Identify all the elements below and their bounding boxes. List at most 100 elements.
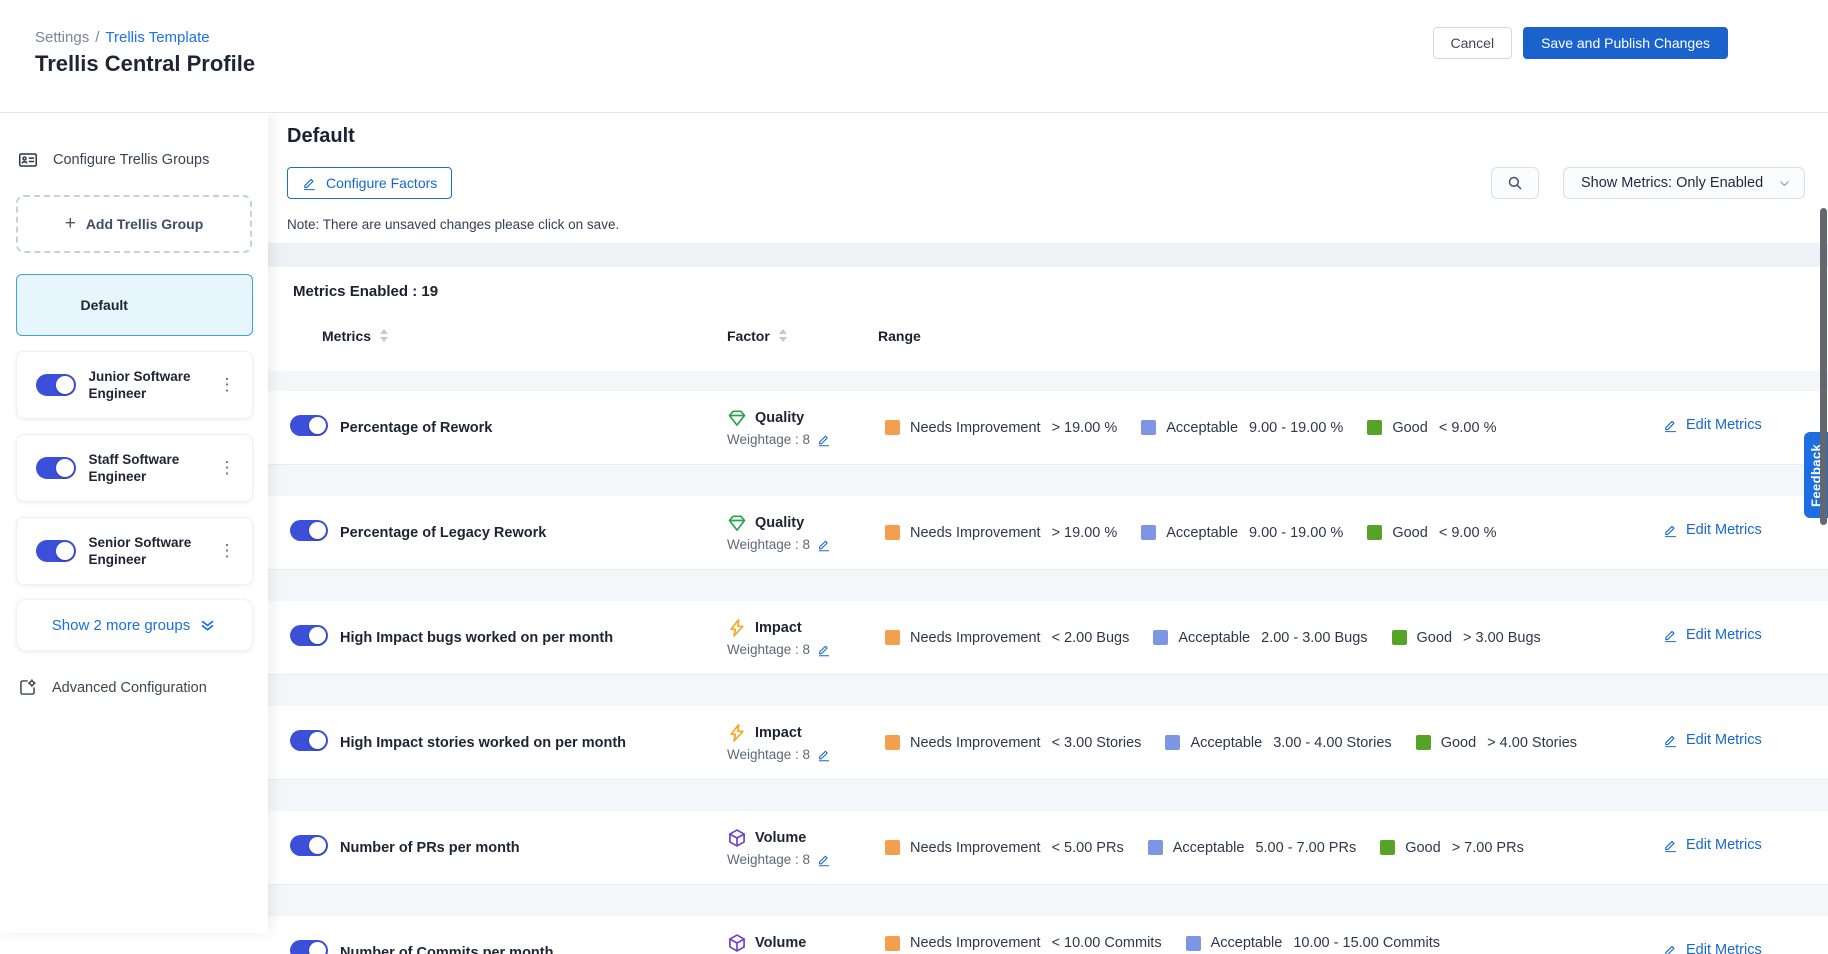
metric-toggle-cell	[290, 625, 340, 651]
page-title: Trellis Central Profile	[35, 51, 255, 77]
vertical-scrollbar-thumb[interactable]	[1820, 208, 1827, 525]
weightage-label: Weightage : 8	[727, 432, 810, 447]
needs_improvement-swatch	[885, 420, 900, 435]
pencil-icon	[1663, 733, 1678, 748]
table-header-row: Metrics Factor Range	[268, 300, 1828, 371]
factor-cell: Quality Weightage : 8	[727, 408, 885, 447]
sidebar-group-card[interactable]: Staff Software Engineer ⋮	[16, 434, 253, 502]
range-needs_improvement: Needs Improvement< 3.00 Stories	[885, 735, 1141, 751]
factor-name: Volume	[755, 830, 806, 846]
metric-toggle-cell	[290, 940, 340, 954]
edit-cell: Edit Metrics	[1640, 942, 1828, 954]
range-good: Good> 7.00 PRs	[1380, 840, 1524, 856]
edit-weightage-icon[interactable]	[817, 853, 831, 867]
range-good: Good< 9.00 %	[1367, 420, 1496, 436]
column-header-metrics: Metrics	[322, 328, 371, 344]
metric-row: High Impact bugs worked on per month Imp…	[268, 601, 1828, 674]
volume-cube-icon	[727, 828, 747, 848]
range-value: 9.00 - 19.00 %	[1249, 525, 1343, 541]
metric-toggle-cell	[290, 520, 340, 546]
advanced-configuration-link[interactable]: Advanced Configuration	[17, 677, 268, 698]
good-swatch	[1367, 525, 1382, 540]
metric-enabled-toggle[interactable]	[290, 835, 328, 856]
show-metrics-dropdown[interactable]: Show Metrics: Only Enabled	[1563, 167, 1805, 199]
edit-metrics-label: Edit Metrics	[1686, 942, 1762, 954]
metric-enabled-toggle[interactable]	[290, 625, 328, 646]
group-enabled-toggle[interactable]	[36, 457, 76, 479]
range-label: Acceptable	[1173, 840, 1245, 856]
group-list: Junior Software Engineer ⋮ Staff Softwar…	[0, 351, 268, 585]
metric-enabled-toggle[interactable]	[290, 520, 328, 541]
metric-toggle-cell	[290, 730, 340, 756]
range-label: Acceptable	[1190, 735, 1262, 751]
breadcrumb-trellis-template[interactable]: Trellis Template	[105, 29, 209, 46]
group-name: Staff Software Engineer	[89, 451, 213, 485]
edit-cell: Edit Metrics	[1640, 837, 1828, 858]
main-area: Default Configure Factors Note: There ar…	[268, 113, 1828, 954]
edit-metrics-label: Edit Metrics	[1686, 417, 1762, 433]
metric-name: High Impact stories worked on per month	[340, 735, 727, 751]
range-label: Needs Improvement	[910, 840, 1041, 856]
search-button[interactable]	[1491, 167, 1539, 199]
sort-metrics-icon[interactable]	[380, 329, 388, 342]
kebab-menu-icon[interactable]: ⋮	[213, 371, 242, 399]
quality-gem-icon	[727, 408, 747, 428]
factor-name: Impact	[755, 725, 802, 741]
range-needs_improvement: Needs Improvement< 10.00 Commits	[885, 935, 1162, 951]
configure-factors-button[interactable]: Configure Factors	[287, 167, 452, 199]
range-value: 3.00 - 4.00 Stories	[1273, 735, 1392, 751]
edit-weightage-icon[interactable]	[817, 433, 831, 447]
metric-ranges: Needs Improvement< 5.00 PRsAcceptable5.0…	[885, 840, 1640, 856]
pencil-icon	[1663, 943, 1678, 954]
range-label: Acceptable	[1211, 935, 1283, 951]
pencil-icon	[1663, 523, 1678, 538]
sidebar-item-default-group[interactable]: Default	[16, 274, 253, 336]
edit-metrics-label: Edit Metrics	[1686, 837, 1762, 853]
pencil-icon	[1663, 418, 1678, 433]
metric-row: Number of Commits per month Volume Weigh…	[268, 916, 1828, 954]
metric-toggle-cell	[290, 835, 340, 861]
edit-metrics-link[interactable]: Edit Metrics	[1663, 837, 1762, 853]
weightage: Weightage : 8	[727, 432, 885, 447]
factor-cell: Volume Weightage : 8	[727, 828, 885, 867]
range-label: Needs Improvement	[910, 525, 1041, 541]
kebab-menu-icon[interactable]: ⋮	[213, 537, 242, 565]
sidebar-group-card[interactable]: Junior Software Engineer ⋮	[16, 351, 253, 419]
add-trellis-group-button[interactable]: + Add Trellis Group	[16, 195, 252, 253]
needs_improvement-swatch	[885, 630, 900, 645]
sort-factor-icon[interactable]	[779, 329, 787, 342]
metric-enabled-toggle[interactable]	[290, 730, 328, 751]
save-and-publish-button[interactable]: Save and Publish Changes	[1523, 27, 1728, 59]
range-label: Good	[1417, 630, 1452, 646]
metric-ranges: Needs Improvement< 2.00 BugsAcceptable2.…	[885, 630, 1640, 646]
show-more-groups-button[interactable]: Show 2 more groups	[16, 599, 253, 651]
metric-name: High Impact bugs worked on per month	[340, 630, 727, 646]
kebab-menu-icon[interactable]: ⋮	[213, 454, 242, 482]
good-swatch	[1392, 630, 1407, 645]
edit-metrics-link[interactable]: Edit Metrics	[1663, 732, 1762, 748]
factor-name: Quality	[755, 515, 804, 531]
range-value: > 4.00 Stories	[1487, 735, 1577, 751]
edit-metrics-link[interactable]: Edit Metrics	[1663, 627, 1762, 643]
edit-metrics-link[interactable]: Edit Metrics	[1663, 942, 1762, 954]
range-value: < 9.00 %	[1439, 525, 1497, 541]
edit-metrics-link[interactable]: Edit Metrics	[1663, 417, 1762, 433]
metric-enabled-toggle[interactable]	[290, 940, 328, 954]
acceptable-swatch	[1148, 840, 1163, 855]
show-metrics-dropdown-value: Show Metrics: Only Enabled	[1581, 175, 1763, 191]
needs_improvement-swatch	[885, 840, 900, 855]
sidebar-group-card[interactable]: Senior Software Engineer ⋮	[16, 517, 253, 585]
metric-enabled-toggle[interactable]	[290, 415, 328, 436]
column-header-range: Range	[878, 328, 921, 344]
edit-metrics-link[interactable]: Edit Metrics	[1663, 522, 1762, 538]
edit-weightage-icon[interactable]	[817, 643, 831, 657]
edit-weightage-icon[interactable]	[817, 538, 831, 552]
group-enabled-toggle[interactable]	[36, 540, 76, 562]
metric-row: Percentage of Legacy Rework Quality Weig…	[268, 496, 1828, 569]
breadcrumb-settings[interactable]: Settings	[35, 29, 89, 46]
cancel-button[interactable]: Cancel	[1433, 27, 1513, 59]
range-label: Acceptable	[1166, 420, 1238, 436]
edit-weightage-icon[interactable]	[817, 748, 831, 762]
range-value: 5.00 - 7.00 PRs	[1255, 840, 1356, 856]
group-enabled-toggle[interactable]	[36, 374, 76, 396]
